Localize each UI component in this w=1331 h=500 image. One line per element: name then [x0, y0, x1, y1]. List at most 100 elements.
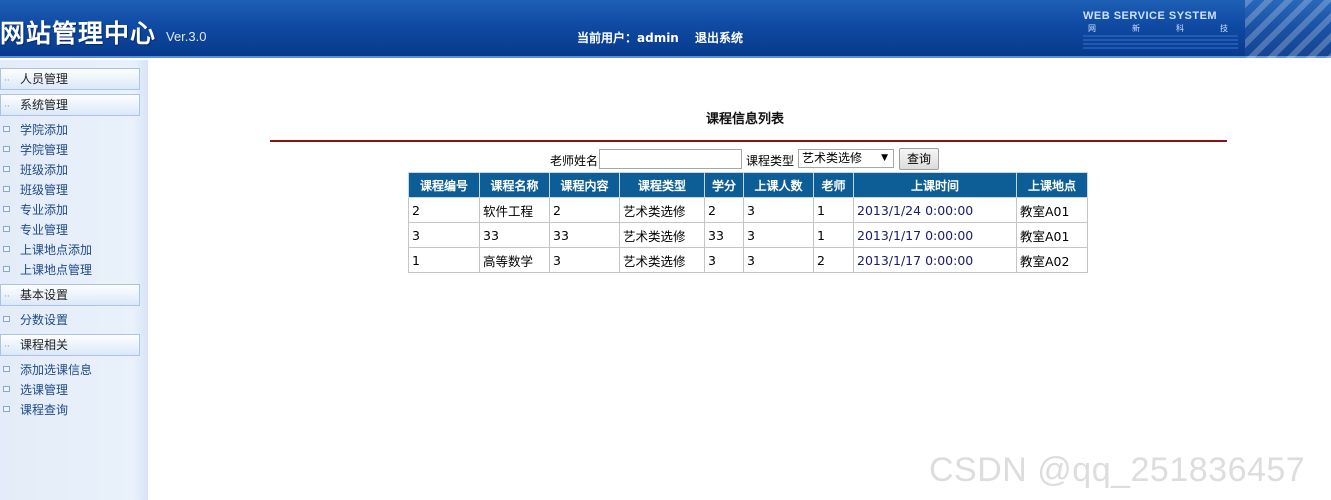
- node-icon: [3, 386, 10, 392]
- table-cell: 1: [408, 247, 480, 273]
- column-header: 上课人数: [743, 172, 814, 198]
- table-cell: 2: [549, 197, 620, 223]
- top-banner: 网站管理中心 Ver.3.0 当前用户：admin 退出系统 WEB SERVI…: [0, 0, 1331, 58]
- teacher-name-input[interactable]: [599, 149, 742, 169]
- logout-link[interactable]: 退出系统: [695, 31, 743, 45]
- table-row: 1 高等数学 3 艺术类选修 3 3 2 2013/1/17 0:00:00 教…: [408, 247, 1088, 273]
- table-header-row: 课程编号 课程名称 课程内容 课程类型 学分 上课人数 老师 上课时间 上课地点: [408, 172, 1088, 198]
- sidebar-section-label: 课程相关: [20, 338, 69, 352]
- node-icon: [3, 186, 10, 192]
- table-cell: 教室A01: [1016, 222, 1088, 248]
- table-cell: 3: [408, 222, 480, 248]
- table-cell: 高等数学: [479, 247, 550, 273]
- table-cell: 3: [704, 247, 744, 273]
- user-bar: 当前用户：admin 退出系统: [577, 29, 755, 46]
- brand-sub-char: 网: [1088, 24, 1096, 33]
- sidebar-item-selection-manage[interactable]: 选课管理: [0, 380, 68, 400]
- sidebar-section-system[interactable]: ·· 系统管理: [0, 94, 140, 116]
- sidebar: ·· 人员管理 ·· 系统管理 学院添加 学院管理 班级添加 班级管理 专业添加…: [0, 60, 148, 500]
- sidebar-section-personnel[interactable]: ·· 人员管理: [0, 68, 140, 90]
- node-icon: [3, 266, 10, 272]
- teacher-name-label: 老师姓名: [550, 154, 599, 168]
- table-cell: 2013/1/17 0:00:00: [853, 222, 1017, 248]
- node-icon: [3, 166, 10, 172]
- sidebar-item-label: 专业添加: [20, 203, 69, 217]
- sidebar-item-major-manage[interactable]: 专业管理: [0, 220, 68, 240]
- table-cell: 艺术类选修: [619, 222, 705, 248]
- node-icon: [3, 406, 10, 412]
- sidebar-item-label: 选课管理: [20, 383, 69, 397]
- brand-subtext: 网 新 科 技: [1088, 23, 1228, 34]
- table-cell: 艺术类选修: [619, 247, 705, 273]
- node-icon: [3, 366, 10, 372]
- column-header: 学分: [704, 172, 744, 198]
- sidebar-item-class-manage[interactable]: 班级管理: [0, 180, 68, 200]
- column-header: 上课时间: [853, 172, 1017, 198]
- current-user-label: 当前用户：admin: [577, 31, 679, 45]
- sidebar-item-add-selection[interactable]: 添加选课信息: [0, 360, 92, 380]
- column-header: 老师: [813, 172, 854, 198]
- sidebar-section-label: 系统管理: [20, 98, 69, 112]
- column-header: 课程名称: [479, 172, 550, 198]
- course-type-select[interactable]: 艺术类选修 ▼: [798, 149, 894, 168]
- table-cell: 2013/1/24 0:00:00: [853, 197, 1017, 223]
- table-cell: 教室A02: [1016, 247, 1088, 273]
- column-header: 课程类型: [619, 172, 705, 198]
- dropdown-arrow-icon: ▼: [881, 153, 888, 163]
- node-icon: [3, 146, 10, 152]
- sidebar-item-location-add[interactable]: 上课地点添加: [0, 240, 92, 260]
- corner-decoration: [1245, 0, 1331, 58]
- table-cell: 软件工程: [479, 197, 550, 223]
- sidebar-item-class-add[interactable]: 班级添加: [0, 160, 68, 180]
- page-title: 课程信息列表: [706, 112, 785, 127]
- sidebar-section-course[interactable]: ·· 课程相关: [0, 334, 140, 356]
- table-cell: 33: [479, 222, 550, 248]
- sidebar-item-label: 专业管理: [20, 223, 69, 237]
- table-cell: 艺术类选修: [619, 197, 705, 223]
- sidebar-item-label: 添加选课信息: [20, 363, 93, 377]
- table-cell: 3: [743, 222, 814, 248]
- table-row: 2 软件工程 2 艺术类选修 2 3 1 2013/1/24 0:00:00 教…: [408, 197, 1088, 223]
- sidebar-item-college-add[interactable]: 学院添加: [0, 120, 68, 140]
- section-bullet-icon: ··: [4, 342, 10, 352]
- sidebar-item-label: 上课地点添加: [20, 243, 93, 257]
- brand-sub-char: 技: [1220, 24, 1228, 33]
- table-cell: 教室A01: [1016, 197, 1088, 223]
- sidebar-item-label: 上课地点管理: [20, 263, 93, 277]
- table-cell: 2013/1/17 0:00:00: [853, 247, 1017, 273]
- sidebar-section-basic-settings[interactable]: ·· 基本设置: [0, 284, 140, 306]
- sidebar-item-college-manage[interactable]: 学院管理: [0, 140, 68, 160]
- brand-sub-char: 科: [1176, 24, 1184, 33]
- sidebar-item-location-manage[interactable]: 上课地点管理: [0, 260, 92, 280]
- version-label: Ver.3.0: [166, 29, 207, 44]
- sidebar-item-label: 学院管理: [20, 143, 69, 157]
- column-header: 课程编号: [408, 172, 480, 198]
- sidebar-item-score-settings[interactable]: 分数设置: [0, 310, 68, 330]
- table-cell: 2: [813, 247, 854, 273]
- node-icon: [3, 206, 10, 212]
- course-type-selected-value: 艺术类选修: [802, 151, 863, 165]
- table-cell: 1: [813, 222, 854, 248]
- node-icon: [3, 246, 10, 252]
- column-header: 课程内容: [549, 172, 620, 198]
- sidebar-item-label: 学院添加: [20, 123, 69, 137]
- sidebar-item-major-add[interactable]: 专业添加: [0, 200, 68, 220]
- brand-lines-decoration: [1083, 35, 1238, 49]
- brand-text: WEB SERVICE SYSTEM: [1083, 10, 1218, 22]
- table-cell: 3: [743, 197, 814, 223]
- node-icon: [3, 226, 10, 232]
- table-row: 3 33 33 艺术类选修 33 3 1 2013/1/17 0:00:00 教…: [408, 222, 1088, 248]
- sidebar-item-label: 班级添加: [20, 163, 69, 177]
- sidebar-section-label: 基本设置: [20, 288, 69, 302]
- site-title: 网站管理中心: [0, 19, 157, 48]
- sidebar-item-label: 班级管理: [20, 183, 69, 197]
- brand-sub-char: 新: [1132, 24, 1140, 33]
- course-type-label: 课程类型: [746, 154, 795, 168]
- node-icon: [3, 316, 10, 322]
- query-button[interactable]: 查询: [899, 148, 939, 170]
- sidebar-item-course-query[interactable]: 课程查询: [0, 400, 68, 420]
- table-cell: 33: [549, 222, 620, 248]
- course-table: 课程编号 课程名称 课程内容 课程类型 学分 上课人数 老师 上课时间 上课地点…: [408, 172, 1088, 273]
- section-bullet-icon: ··: [4, 76, 10, 86]
- sidebar-section-label: 人员管理: [20, 72, 69, 86]
